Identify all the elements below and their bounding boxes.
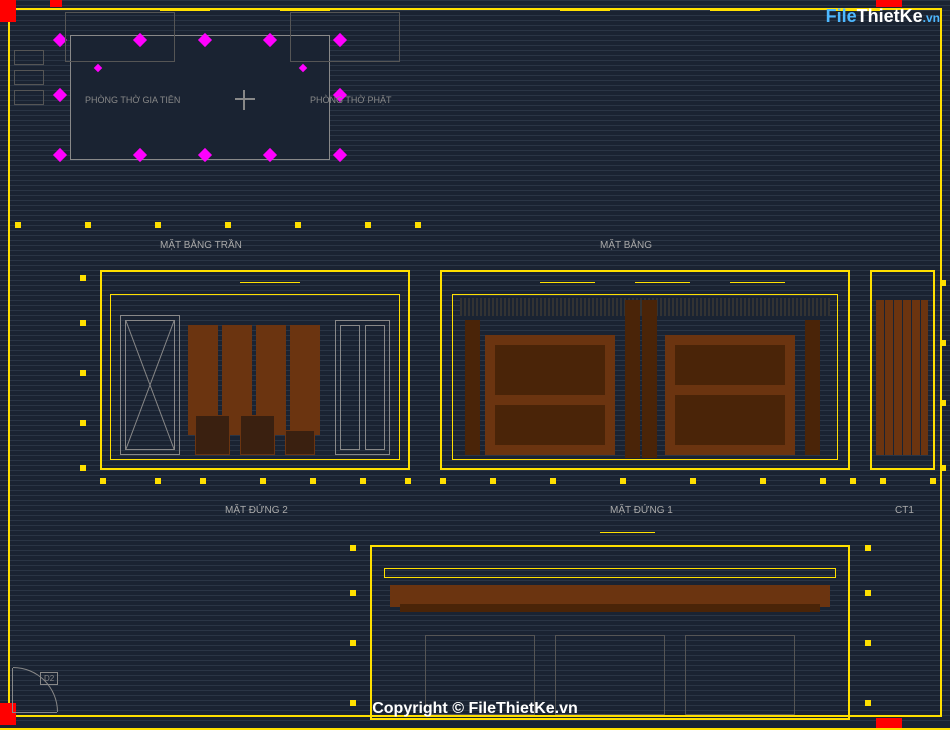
dimension-tick: [940, 340, 946, 346]
dimension-tick: [80, 465, 86, 471]
dimension-line: [560, 10, 610, 11]
dimension-tick: [865, 640, 871, 646]
label-ct1: CT1: [895, 505, 914, 516]
dimension-tick: [690, 478, 696, 484]
dimension-tick: [490, 478, 496, 484]
dimension-line: [635, 282, 690, 283]
dimension-tick: [80, 370, 86, 376]
dimension-tick: [850, 478, 856, 484]
site-logo: FileThietKe.vn: [826, 6, 940, 27]
room-label: PHÒNG THỜ PHẬT: [310, 95, 392, 105]
label-floor-plan: MẶT BẰNG: [600, 240, 652, 251]
watermark-text: Copyright © FileThietKe.vn: [372, 700, 578, 718]
wood-panel: [290, 325, 320, 435]
column-icon: [876, 718, 902, 728]
dimension-tick: [940, 400, 946, 406]
shelf-icon: [14, 50, 44, 65]
shelf-icon: [14, 90, 44, 105]
dimension-tick: [350, 640, 356, 646]
dimension-line: [600, 532, 655, 533]
logo-part-file: File: [826, 6, 857, 26]
dimension-tick: [80, 275, 86, 281]
column-icon: [0, 0, 16, 22]
dimension-tick: [620, 478, 626, 484]
wood-beam: [400, 604, 820, 612]
drawing-elevation-2[interactable]: [100, 270, 410, 470]
dimension-tick: [405, 478, 411, 484]
dimension-tick: [940, 465, 946, 471]
altar-column: [642, 300, 657, 458]
dimension-tick: [880, 478, 886, 484]
dimension-tick: [80, 420, 86, 426]
dimension-tick: [940, 280, 946, 286]
label-elevation-2: MẶT ĐỨNG 2: [225, 505, 288, 516]
shelf-icon: [14, 70, 44, 85]
dimension-tick: [360, 478, 366, 484]
dimension-tick: [310, 478, 316, 484]
chair-icon: [195, 415, 230, 455]
dimension-tick: [865, 545, 871, 551]
table-icon: [285, 430, 315, 455]
brick-hatch: [876, 300, 928, 455]
dimension-tick: [865, 590, 871, 596]
column-icon: [50, 0, 62, 7]
dimension-tick: [440, 478, 446, 484]
logo-part-thietke: ThietKe: [857, 6, 923, 26]
chair-icon: [240, 415, 275, 455]
altar-cabinet: [665, 335, 795, 455]
altar-cabinet: [485, 335, 615, 455]
dimension-tick: [155, 478, 161, 484]
drawing-section[interactable]: [370, 540, 850, 720]
dimension-tick: [820, 478, 826, 484]
dimension-line: [710, 10, 760, 11]
dimension-tick: [260, 478, 266, 484]
dimension-tick: [350, 590, 356, 596]
dimension-tick: [865, 700, 871, 706]
dimension-tick: [80, 320, 86, 326]
altar-furniture: [65, 12, 175, 62]
dimension-tick: [760, 478, 766, 484]
altar-furniture: [290, 12, 400, 62]
logo-part-vn: .vn: [923, 11, 940, 25]
label-elevation-1: MẶT ĐỨNG 1: [610, 505, 673, 516]
drawing-ct1-detail[interactable]: [870, 270, 935, 470]
dimension-line: [540, 282, 595, 283]
structure-outline: [384, 568, 836, 578]
door-tag: D2: [40, 672, 58, 685]
dimension-tick: [550, 478, 556, 484]
dimension-line: [240, 282, 300, 283]
room-label: PHÒNG THỜ GIA TIÊN: [85, 95, 180, 105]
door-elevation: [120, 315, 180, 455]
altar-column: [625, 300, 640, 458]
altar-side: [465, 320, 480, 455]
drawing-elevation-1[interactable]: [440, 270, 850, 470]
dimension-tick: [350, 700, 356, 706]
section-mark-icon: [235, 90, 255, 110]
cad-model-space[interactable]: FileThietKe.vn MẶT BẰNG TRẦN: [0, 0, 950, 725]
dimension-tick: [930, 478, 936, 484]
dimension-tick: [100, 478, 106, 484]
dimension-line: [730, 282, 785, 283]
dimension-tick: [200, 478, 206, 484]
panel-outline: [685, 635, 795, 715]
window-elevation: [335, 320, 390, 455]
altar-side: [805, 320, 820, 455]
dimension-tick: [350, 545, 356, 551]
